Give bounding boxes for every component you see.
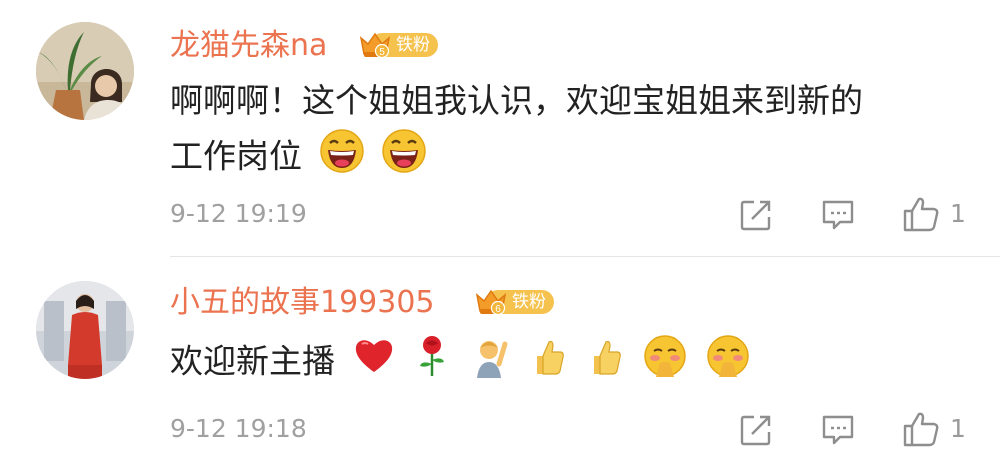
comment-button[interactable]	[820, 197, 856, 233]
comment-text: 工作岗位	[170, 128, 427, 188]
like-count: 1	[950, 199, 966, 228]
share-button[interactable]	[738, 412, 774, 448]
laughing-face-emoji	[381, 128, 427, 188]
person-raising-hand-emoji	[469, 334, 513, 392]
comment-icon	[822, 200, 854, 230]
comment-text-line: 欢迎新主播	[170, 341, 335, 381]
comment-button[interactable]	[820, 412, 856, 448]
fan-badge[interactable]: 5 铁粉	[358, 30, 438, 60]
comment-item: 小五的故事199305 6 铁粉 欢迎新主播 9-12 19:18 1	[0, 257, 1000, 465]
username[interactable]: 小五的故事199305	[170, 285, 435, 321]
like-count: 1	[950, 414, 966, 443]
badge-level: 5	[379, 47, 385, 58]
comment-text-line: 工作岗位	[170, 136, 302, 176]
avatar[interactable]	[36, 281, 134, 379]
username[interactable]: 龙猫先森na	[170, 28, 327, 64]
shy-face-emoji	[642, 333, 688, 393]
comment-text-line: 啊啊啊！这个姐姐我认识，欢迎宝姐姐来到新的	[170, 81, 863, 120]
rose-emoji	[412, 334, 452, 392]
fan-badge[interactable]: 6 铁粉	[474, 287, 554, 317]
red-heart-emoji	[352, 334, 396, 392]
like-button[interactable]	[902, 410, 939, 447]
thumbs-up-emoji	[586, 334, 626, 392]
comment-text: 啊啊啊！这个姐姐我认识，欢迎宝姐姐来到新的	[170, 76, 863, 126]
thumbs-up-emoji	[529, 334, 569, 392]
share-icon	[740, 200, 771, 231]
shy-face-emoji	[705, 333, 751, 393]
thumbs-up-icon	[903, 412, 939, 447]
laughing-face-emoji	[319, 128, 365, 188]
share-button[interactable]	[738, 197, 774, 233]
comment-item: 龙猫先森na 5 铁粉 啊啊啊！这个姐姐我认识，欢迎宝姐姐来到新的 工作岗位 9…	[0, 0, 1000, 256]
share-icon	[740, 415, 771, 446]
timestamp: 9-12 19:18	[170, 414, 307, 443]
badge-level: 6	[495, 304, 501, 315]
like-button[interactable]	[902, 195, 939, 232]
crown-icon: 5	[359, 32, 391, 59]
comment-icon	[822, 415, 854, 445]
timestamp: 9-12 19:19	[170, 199, 307, 228]
avatar[interactable]	[36, 22, 134, 120]
comment-text: 欢迎新主播	[170, 333, 751, 393]
thumbs-up-icon	[903, 197, 939, 232]
crown-icon: 6	[475, 289, 507, 316]
